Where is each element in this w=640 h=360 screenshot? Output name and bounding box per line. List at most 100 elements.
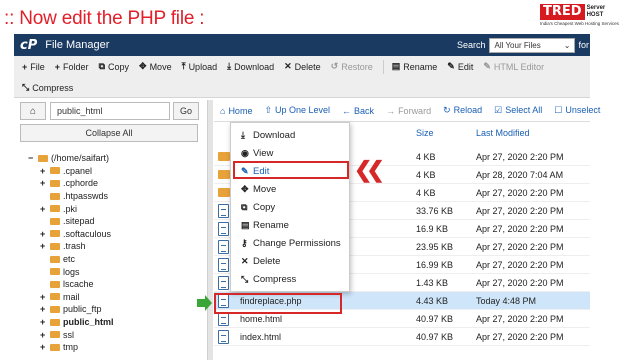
folder-icon <box>50 343 60 351</box>
toolbar-folder-button[interactable]: + Folder <box>55 62 89 72</box>
nav-back-button[interactable]: ← Back <box>342 106 374 116</box>
context-menu-rename[interactable]: ▤ Rename <box>231 216 349 234</box>
context-menu-copy[interactable]: ⧉ Copy <box>231 198 349 216</box>
file-size: 16.9 KB <box>416 224 449 234</box>
folder-icon <box>50 217 60 225</box>
toolbar-file-button[interactable]: + File <box>22 62 45 72</box>
column-header-modified[interactable]: Last Modified <box>476 128 530 138</box>
path-row: ⌂ public_html Go <box>20 102 199 120</box>
tree-item[interactable]: + public_html <box>28 316 114 329</box>
forward-icon: → <box>386 105 396 116</box>
toolbar-row-2: ⤡ Compress <box>14 77 590 98</box>
search-area: Search All Your Files ⌄ for <box>457 34 590 56</box>
expand-icon[interactable]: + <box>40 330 48 340</box>
toolbar-delete-button[interactable]: ✕ Delete <box>284 61 321 72</box>
tree-item-label: .trash <box>63 241 86 252</box>
expand-icon[interactable]: + <box>40 342 48 352</box>
expand-icon[interactable]: + <box>40 204 48 214</box>
collapse-icon[interactable]: − <box>28 153 36 163</box>
nav-up-one-level-button[interactable]: ⇧ Up One Level <box>264 105 330 116</box>
tree-item[interactable]: .htpasswds <box>28 190 114 203</box>
tree-item[interactable]: + .softaculous <box>28 228 114 241</box>
nav-button-label: Back <box>354 105 375 116</box>
toolbar: + File + Folder ⧉ Copy ✥ Move ⤒ Upload ⤓ Download ✕ D… <box>14 56 590 98</box>
nav-button-label: Forward <box>398 105 432 116</box>
search-scope-select[interactable]: All Your Files ⌄ <box>489 37 576 53</box>
move-icon: ✥ <box>139 61 147 71</box>
toolbar-edit-button[interactable]: ✎ Edit <box>447 61 473 72</box>
file-highlight-box <box>214 293 342 314</box>
context-menu-label: View <box>253 147 274 159</box>
folder-icon <box>50 293 60 301</box>
expand-icon[interactable]: + <box>40 166 48 176</box>
expand-icon[interactable]: + <box>40 229 48 239</box>
nav-home-button[interactable]: ⌂ Home <box>220 106 252 116</box>
html-editor-icon: ✎ <box>483 61 491 71</box>
folder-icon <box>50 179 60 187</box>
folder-icon <box>50 242 60 250</box>
nav-unselect-button[interactable]: ☐ Unselect <box>554 105 600 116</box>
home-icon[interactable]: ⌂ <box>20 102 46 120</box>
nav-button-label: Reload <box>453 105 483 115</box>
tree-item[interactable]: lscache <box>28 278 114 291</box>
home-icon: ⌂ <box>220 105 226 116</box>
folder-icon <box>218 152 230 161</box>
rename-icon: ▤ <box>241 219 250 230</box>
go-button[interactable]: Go <box>173 102 199 120</box>
panel-splitter[interactable] <box>207 100 213 360</box>
tree-item[interactable]: logs <box>28 265 114 278</box>
toolbar-copy-button[interactable]: ⧉ Copy <box>99 61 129 72</box>
tree-item-label: ssl <box>63 329 74 340</box>
plus-icon: + <box>54 61 61 72</box>
table-row[interactable]: index.html 40.97 KB Apr 27, 2020 2:20 PM <box>214 328 590 346</box>
context-menu-move[interactable]: ✥ Move <box>231 180 349 198</box>
tree-item-label: .cpanel <box>63 165 93 176</box>
expand-icon[interactable]: + <box>40 178 48 188</box>
expand-icon[interactable]: + <box>40 241 48 251</box>
context-menu-compress[interactable]: ⤡ Compress <box>231 270 349 288</box>
context-menu-change-permissions[interactable]: ⚷ Change Permissions <box>231 234 349 252</box>
context-menu-download[interactable]: ⤓ Download <box>231 126 349 144</box>
tree-item[interactable]: + mail <box>28 291 114 304</box>
tree-item[interactable]: + ssl <box>28 328 114 341</box>
nav-reload-button[interactable]: ↻ Reload <box>443 105 482 116</box>
tree-item[interactable]: + .trash <box>28 240 114 253</box>
brand-logo: TRED Server HOST India's Cheapest Web Ho… <box>540 4 636 28</box>
file-size: 4 KB <box>416 152 436 162</box>
tree-item[interactable]: + public_ftp <box>28 303 114 316</box>
nav-forward-button: → Forward <box>386 106 431 116</box>
file-modified: Today 4:48 PM <box>476 296 537 306</box>
copy-icon: ⧉ <box>241 201 248 212</box>
expand-icon[interactable]: + <box>40 317 48 327</box>
context-menu-label: Copy <box>253 201 276 213</box>
toolbar-compress-button[interactable]: ⤡ Compress <box>22 82 73 93</box>
download-icon: ⤓ <box>241 129 245 140</box>
context-menu-label: Rename <box>253 219 289 231</box>
tree-item[interactable]: + .cphorde <box>28 177 114 190</box>
context-menu-view[interactable]: ◉ View <box>231 144 349 162</box>
expand-icon[interactable]: + <box>40 304 48 314</box>
context-menu: ⤓ Download ◉ View ✎ Edit ✥ Move ⧉ Copy ▤ Rename ⚷ Cha… <box>230 122 350 292</box>
nav-select-all-button[interactable]: ☑ Select All <box>494 105 542 116</box>
column-header-size[interactable]: Size <box>416 128 434 138</box>
back-icon: ← <box>342 105 352 116</box>
tree-item[interactable]: + .cpanel <box>28 165 114 178</box>
tree-item[interactable]: .sitepad <box>28 215 114 228</box>
file-size: 16.99 KB <box>416 260 454 270</box>
path-input[interactable]: public_html <box>50 102 170 120</box>
file-icon <box>218 276 229 290</box>
folder-icon <box>50 280 60 288</box>
folder-icon <box>50 167 60 175</box>
toolbar-rename-button[interactable]: ▤ Rename <box>392 61 438 72</box>
toolbar-upload-button[interactable]: ⤒ Upload <box>182 61 218 72</box>
context-menu-delete[interactable]: ✕ Delete <box>231 252 349 270</box>
tree-item[interactable]: + tmp <box>28 341 114 354</box>
toolbar-download-button[interactable]: ⤓ Download <box>227 61 274 72</box>
reload-icon: ↻ <box>443 105 451 115</box>
toolbar-move-button[interactable]: ✥ Move <box>139 61 172 72</box>
tree-item[interactable]: − (/home/saifart) <box>28 152 114 165</box>
tree-item[interactable]: etc <box>28 253 114 266</box>
tree-item[interactable]: + .pki <box>28 202 114 215</box>
collapse-all-button[interactable]: Collapse All <box>20 124 198 142</box>
expand-icon[interactable]: + <box>40 292 48 302</box>
